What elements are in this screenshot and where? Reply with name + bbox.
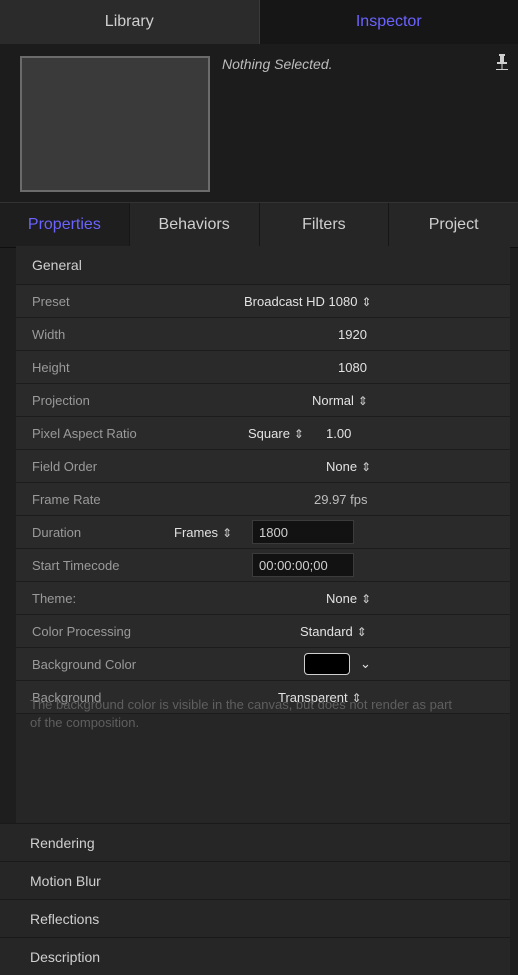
updown-icon: ⇕ [361, 592, 371, 606]
section-motion-blur[interactable]: Motion Blur [0, 861, 510, 899]
theme-row: Theme: None⇕ [16, 582, 510, 615]
section-reflections[interactable]: Reflections [0, 899, 510, 937]
general-panel: General Preset Broadcast HD 1080⇕ Width … [16, 246, 510, 846]
pixel-aspect-popup[interactable]: Square⇕ [248, 426, 304, 441]
duration-row: Duration Frames⇕ 1800 [16, 516, 510, 549]
pixel-aspect-row: Pixel Aspect Ratio Square⇕ 1.00 [16, 417, 510, 450]
height-value[interactable]: 1080 [338, 360, 367, 375]
field-order-row: Field Order None⇕ [16, 450, 510, 483]
height-row: Height 1080 [16, 351, 510, 384]
section-general[interactable]: General [16, 246, 510, 285]
preset-popup[interactable]: Broadcast HD 1080⇕ [244, 294, 372, 309]
duration-field[interactable]: 1800 [252, 520, 354, 544]
updown-icon: ⇕ [357, 625, 367, 639]
frame-rate-label: Frame Rate [32, 492, 101, 507]
updown-icon: ⇕ [294, 427, 304, 441]
preset-label: Preset [32, 294, 70, 309]
field-order-label: Field Order [32, 459, 97, 474]
duration-label: Duration [32, 525, 81, 540]
background-color-label: Background Color [32, 657, 136, 672]
updown-icon: ⇕ [358, 394, 368, 408]
nothing-selected-label: Nothing Selected. [222, 56, 333, 72]
theme-label: Theme: [32, 591, 76, 606]
width-row: Width 1920 [16, 318, 510, 351]
projection-row: Projection Normal⇕ [16, 384, 510, 417]
width-label: Width [32, 327, 65, 342]
projection-popup[interactable]: Normal⇕ [312, 393, 368, 408]
height-label: Height [32, 360, 70, 375]
inspector-header: Nothing Selected. [0, 44, 518, 202]
projection-label: Projection [32, 393, 90, 408]
tab-inspector[interactable]: Inspector [260, 0, 518, 44]
pin-icon[interactable] [496, 54, 508, 73]
field-order-popup[interactable]: None⇕ [326, 459, 371, 474]
background-description: The background color is visible in the c… [30, 696, 460, 732]
tab-properties[interactable]: Properties [0, 203, 130, 247]
start-timecode-label: Start Timecode [32, 558, 119, 573]
pixel-aspect-label: Pixel Aspect Ratio [32, 426, 137, 441]
width-value[interactable]: 1920 [338, 327, 367, 342]
updown-icon: ⇕ [361, 460, 371, 474]
chevron-down-icon[interactable]: ⌄ [360, 656, 371, 672]
color-processing-label: Color Processing [32, 624, 131, 639]
duration-unit-popup[interactable]: Frames⇕ [174, 525, 232, 540]
pixel-aspect-number[interactable]: 1.00 [326, 426, 351, 441]
color-processing-row: Color Processing Standard⇕ [16, 615, 510, 648]
tab-behaviors[interactable]: Behaviors [130, 203, 260, 247]
start-timecode-field[interactable]: 00:00:00;00 [252, 553, 354, 577]
section-general-label: General [32, 257, 82, 273]
frame-rate-row: Frame Rate 29.97 fps [16, 483, 510, 516]
tab-project[interactable]: Project [389, 203, 518, 247]
top-tabs: Library Inspector [0, 0, 518, 44]
background-color-row: Background Color ⌄ [16, 648, 510, 681]
start-timecode-row: Start Timecode 00:00:00;00 [16, 549, 510, 582]
collapsed-sections: Rendering Motion Blur Reflections Descri… [16, 823, 510, 975]
frame-rate-value: 29.97 fps [314, 492, 368, 507]
tab-library[interactable]: Library [0, 0, 260, 44]
color-processing-popup[interactable]: Standard⇕ [300, 624, 367, 639]
preset-row: Preset Broadcast HD 1080⇕ [16, 285, 510, 318]
inspector-sub-tabs: Properties Behaviors Filters Project [0, 202, 518, 248]
theme-popup[interactable]: None⇕ [326, 591, 371, 606]
section-description[interactable]: Description [0, 937, 510, 975]
preview-thumbnail [20, 56, 210, 192]
background-color-well[interactable] [304, 653, 350, 675]
updown-icon: ⇕ [222, 526, 232, 540]
tab-filters[interactable]: Filters [260, 203, 390, 247]
section-rendering[interactable]: Rendering [0, 823, 510, 861]
updown-icon: ⇕ [361, 295, 371, 309]
